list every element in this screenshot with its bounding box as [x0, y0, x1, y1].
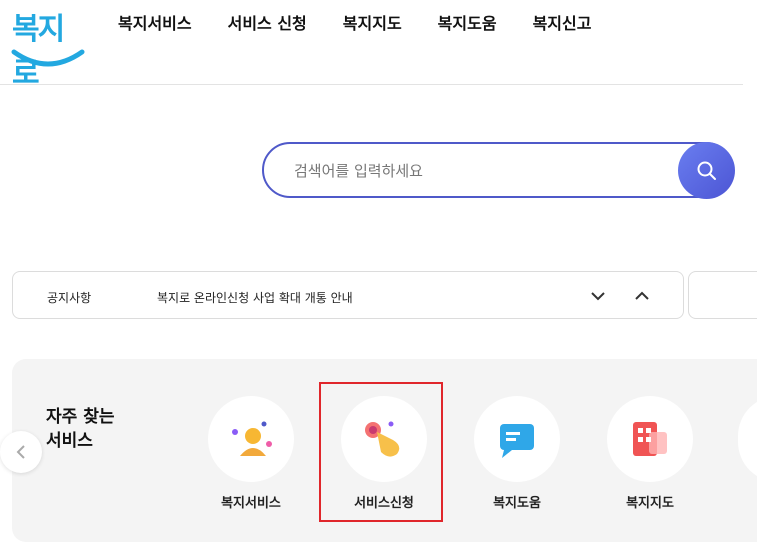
logo[interactable]: 복지로	[10, 4, 86, 91]
service-map-circle	[607, 396, 693, 482]
search-button[interactable]	[678, 142, 735, 199]
person-icon	[232, 421, 272, 456]
secondary-panel	[688, 271, 757, 319]
notice-next-button[interactable]	[586, 284, 610, 308]
frequent-services-panel: 자주 찾는 서비스 복지서비스 서비스신청 복지도움 복지지도	[0, 359, 757, 542]
search-input[interactable]	[292, 158, 676, 184]
main-nav: 복지서비스 서비스 신청 복지지도 복지도움 복지신고	[118, 12, 627, 36]
nav-item-welfare-map[interactable]: 복지지도	[343, 12, 402, 36]
service-next-partial[interactable]	[738, 396, 757, 482]
chevron-down-icon	[591, 292, 605, 301]
service-help-circle	[474, 396, 560, 482]
carousel-prev-button[interactable]	[0, 431, 42, 473]
services-title-line2: 서비스	[46, 431, 93, 451]
service-map[interactable]: 복지지도	[607, 396, 693, 511]
header: 복지로 복지서비스 서비스 신청 복지지도 복지도움 복지신고	[0, 0, 743, 91]
service-welfare-label: 복지서비스	[221, 496, 281, 511]
nav-item-welfare-service[interactable]: 복지서비스	[118, 12, 192, 36]
nav-item-welfare-report[interactable]: 복지신고	[533, 12, 592, 36]
service-help-label: 복지도움	[493, 496, 541, 511]
service-apply[interactable]: 서비스신청	[341, 396, 427, 511]
nav-item-welfare-help[interactable]: 복지도움	[438, 12, 497, 36]
notice-prev-button[interactable]	[630, 284, 654, 308]
logo-smile-icon	[11, 49, 85, 67]
service-welfare-circle	[208, 396, 294, 482]
service-welfare[interactable]: 복지서비스	[208, 396, 294, 511]
nav-item-service-apply[interactable]: 서비스 신청	[228, 12, 307, 36]
frequent-services-title: 자주 찾는 서비스	[46, 405, 114, 453]
service-help[interactable]: 복지도움	[474, 396, 560, 511]
chat-icon	[500, 424, 534, 458]
notice-text[interactable]: 복지로 온라인신청 사업 확대 개통 안내	[157, 289, 353, 306]
search-icon	[697, 161, 716, 180]
search-box	[262, 142, 734, 198]
services-title-line1: 자주 찾는	[46, 407, 115, 427]
map-icon	[633, 422, 667, 456]
hand-click-icon	[365, 421, 400, 457]
notice-label: 공지사항	[47, 291, 92, 305]
service-map-label: 복지지도	[626, 496, 674, 511]
chevron-up-icon	[635, 291, 649, 300]
chevron-left-icon	[16, 445, 25, 459]
service-apply-label: 서비스신청	[354, 496, 414, 511]
service-apply-circle	[341, 396, 427, 482]
notice-bar: 공지사항 복지로 온라인신청 사업 확대 개통 안내	[12, 271, 684, 319]
